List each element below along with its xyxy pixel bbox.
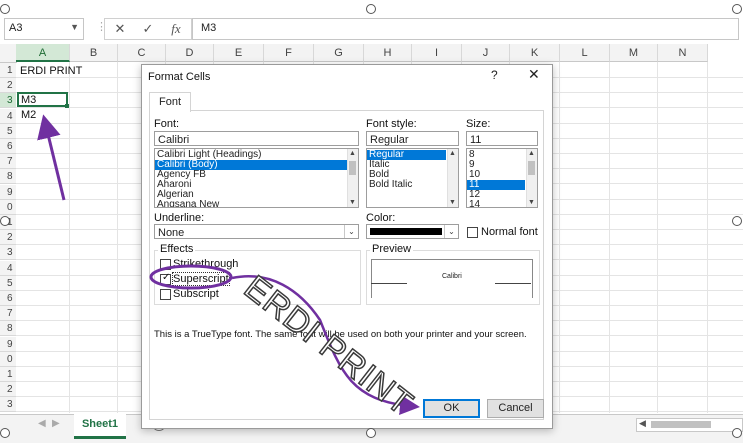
tab-font[interactable]: Font [149,92,191,112]
highlight-circle [149,264,233,290]
watermark-text: ERDI PRINT [237,268,420,423]
annotation-arrow-up [37,114,66,201]
annotation-overlay: ERDI PRINT [37,114,421,424]
